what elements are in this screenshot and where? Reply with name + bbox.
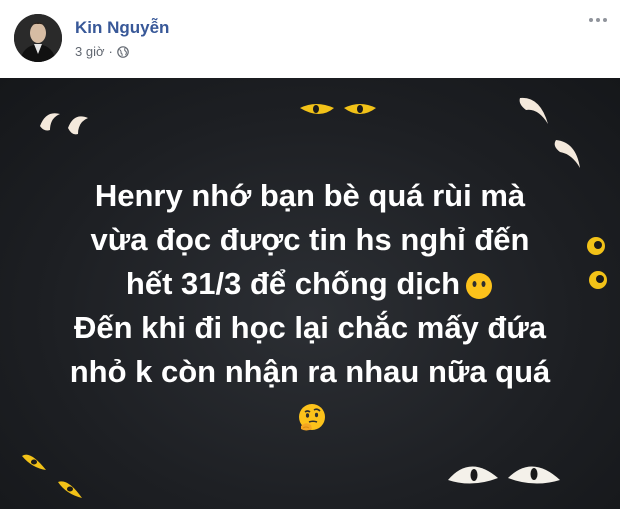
post-text-line-1: Henry nhớ bạn bè quá rùi mà (94, 178, 526, 213)
avatar[interactable] (14, 14, 62, 62)
thinking-face-emoji (299, 403, 325, 431)
yellow-round-eyes-right (587, 237, 607, 289)
crescent-eyes-top-left (40, 113, 88, 135)
white-eyes-bottom-right (448, 466, 560, 484)
author-name[interactable]: Kin Nguyễn (75, 18, 169, 38)
face-without-mouth-emoji (466, 272, 493, 299)
more-options-icon[interactable] (586, 14, 610, 26)
yellow-eyes-bottom-left (22, 454, 82, 498)
yellow-eyes-top (300, 104, 376, 114)
post-background: Henry nhớ bạn bè quá rùi mà vừa đọc được… (0, 78, 620, 509)
globe-icon[interactable] (117, 45, 129, 58)
post-time[interactable]: 3 giờ (75, 44, 105, 59)
post-text-line-6-wrap (40, 394, 580, 438)
post-text-line-2: vừa đọc được tin hs nghỉ đến (90, 222, 530, 257)
post-text-line-5: nhỏ k còn nhận ra nhau nữa quá (69, 354, 551, 389)
crescent-eyes-right (519, 97, 580, 168)
post-meta: 3 giờ · (75, 44, 129, 59)
meta-separator: · (108, 44, 113, 59)
post-text-line-3-wrap: hết 31/3 để chống dịch (40, 262, 580, 306)
post-text: Henry nhớ bạn bè quá rùi mà vừa đọc được… (40, 174, 580, 438)
post-header: Kin Nguyễn 3 giờ · (0, 0, 620, 77)
post-text-line-3: hết 31/3 để chống dịch (125, 266, 461, 301)
post-text-line-4: Đến khi đi học lại chắc mấy đứa (73, 310, 547, 345)
